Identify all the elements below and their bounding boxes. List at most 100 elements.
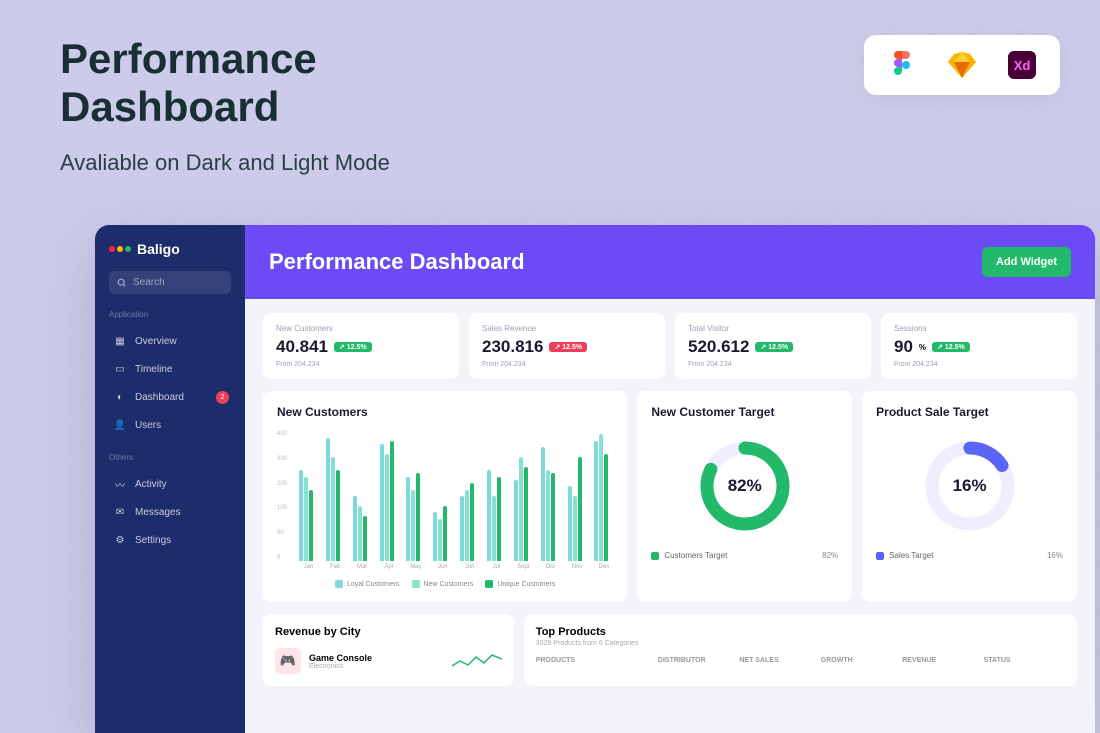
- sidebar-item-dashboard[interactable]: ◐Dashboard2: [109, 383, 231, 411]
- revenue-item[interactable]: 🎮 Game Console Electronics: [275, 648, 502, 674]
- bar-group: [568, 457, 587, 561]
- stat-card[interactable]: Total Visitor 520.612 ↗ 12.5% From 204.23…: [675, 313, 871, 379]
- new-customers-chart-card: New Customers 400300200100500 JanFebMarA…: [263, 391, 627, 602]
- nav-badge: 2: [216, 391, 229, 404]
- stat-label: New Customers: [276, 324, 446, 333]
- add-widget-button[interactable]: Add Widget: [982, 247, 1071, 277]
- brand: Baligo: [109, 241, 231, 257]
- promo-title-line1: Performance: [60, 35, 390, 83]
- search-input[interactable]: Search: [109, 271, 231, 294]
- chart-title: New Customer Target: [651, 405, 838, 419]
- sidebar-item-messages[interactable]: ✉Messages: [109, 498, 231, 526]
- charts-row: New Customers 400300200100500 JanFebMarA…: [263, 391, 1077, 602]
- chart-title: New Customers: [277, 405, 613, 419]
- tools-card: Xd: [864, 35, 1060, 95]
- revenue-by-city-card: Revenue by City 🎮 Game Console Electroni…: [263, 614, 514, 686]
- stat-delta-badge: ↗ 12.5%: [932, 342, 970, 352]
- table-header: PRODUCTSDISTRIBUTORNET SALESGROWTHREVENU…: [536, 657, 1065, 664]
- search-placeholder: Search: [133, 277, 165, 288]
- product-sale-target-card: Product Sale Target 16% Sales Target 16%: [862, 391, 1077, 602]
- bar-group: [433, 506, 452, 561]
- bar-group: [514, 457, 533, 561]
- bar-group: [487, 470, 506, 561]
- stat-value: 230.816: [482, 337, 543, 357]
- bar-chart: 400300200100500: [277, 431, 613, 561]
- y-axis: 400300200100500: [277, 431, 287, 561]
- bar-group: [299, 470, 318, 561]
- top-products-card: Top Products 3029 Products from 6 Catego…: [524, 614, 1077, 686]
- stat-from: From 204.234: [688, 361, 858, 368]
- figma-icon: [888, 51, 916, 79]
- topbar: Performance Dashboard Add Widget: [245, 225, 1095, 299]
- bar-group: [541, 447, 560, 561]
- target-legend: Sales Target 16%: [876, 551, 1063, 560]
- stat-delta-badge: ↗ 12.5%: [334, 342, 372, 352]
- stat-delta-badge: ↗ 12.5%: [755, 342, 793, 352]
- sidebar-item-settings[interactable]: ⚙Settings: [109, 526, 231, 554]
- search-icon: [117, 278, 127, 288]
- stat-delta-badge: ↗ 12.5%: [549, 342, 587, 352]
- customer-target-card: New Customer Target 82% Customers Target…: [637, 391, 852, 602]
- stat-value: 90: [894, 337, 913, 357]
- stat-card[interactable]: Sales Revenue 230.816 ↗ 12.5% From 204.23…: [469, 313, 665, 379]
- bar-group: [326, 438, 345, 562]
- app-window: Baligo Search Application ▦Overview ▭Tim…: [95, 225, 1095, 733]
- stat-from: From 204.234: [894, 361, 1064, 368]
- gear-icon: ⚙: [113, 533, 127, 547]
- main-area: Performance Dashboard Add Widget New Cus…: [245, 225, 1095, 733]
- user-icon: 👤: [113, 418, 127, 432]
- message-icon: ✉: [113, 505, 127, 519]
- sidebar-item-users[interactable]: 👤Users: [109, 411, 231, 439]
- stats-row: New Customers 40.841 ↗ 12.5% From 204.234…: [263, 313, 1077, 379]
- stat-value: 520.612: [688, 337, 749, 357]
- bar-group: [594, 434, 613, 561]
- bar-group: [353, 496, 372, 561]
- grid-icon: ▦: [113, 334, 127, 348]
- sidebar-item-overview[interactable]: ▦Overview: [109, 327, 231, 355]
- sidebar: Baligo Search Application ▦Overview ▭Tim…: [95, 225, 245, 733]
- sidebar-item-timeline[interactable]: ▭Timeline: [109, 355, 231, 383]
- calendar-icon: ▭: [113, 362, 127, 376]
- svg-text:Xd: Xd: [1014, 58, 1031, 73]
- activity-icon: 〰: [113, 477, 127, 491]
- card-subtitle: 3029 Products from 6 Categories: [536, 640, 1065, 647]
- card-title: Revenue by City: [275, 626, 502, 638]
- legend-item: New Customers: [412, 580, 474, 588]
- promo-header: Performance Dashboard Avaliable on Dark …: [60, 35, 390, 176]
- stat-from: From 204.234: [482, 361, 652, 368]
- chart-legend: Loyal Customers New Customers Unique Custo…: [277, 580, 613, 588]
- bar-group: [380, 441, 399, 561]
- stat-card[interactable]: New Customers 40.841 ↗ 12.5% From 204.234: [263, 313, 459, 379]
- card-title: Top Products: [536, 626, 1065, 638]
- nav-section-others: Others: [109, 453, 231, 462]
- stat-label: Sessions: [894, 324, 1064, 333]
- page-title: Performance Dashboard: [269, 249, 525, 275]
- chart-title: Product Sale Target: [876, 405, 1063, 419]
- x-labels: JanFebMarAprMayJunJunJulSeptOctNovDes: [277, 564, 613, 570]
- target-legend: Customers Target 82%: [651, 551, 838, 560]
- item-name: Game Console: [309, 653, 372, 663]
- sketch-icon: [948, 51, 976, 79]
- sparkline-icon: [452, 651, 502, 671]
- donut-chart: 82%: [651, 431, 838, 541]
- content: New Customers 40.841 ↗ 12.5% From 204.234…: [245, 299, 1095, 700]
- xd-icon: Xd: [1008, 51, 1036, 79]
- stat-label: Sales Revenue: [482, 324, 652, 333]
- stat-value: 40.841: [276, 337, 328, 357]
- stat-from: From 204.234: [276, 361, 446, 368]
- stat-card[interactable]: Sessions 90%↗ 12.5% From 204.234: [881, 313, 1077, 379]
- bar-group: [460, 483, 479, 561]
- donut-value: 16%: [953, 476, 987, 496]
- legend-item: Unique Customers: [485, 580, 555, 588]
- brand-logo-icon: [109, 246, 131, 252]
- item-category: Electronics: [309, 663, 372, 670]
- donut-value: 82%: [728, 476, 762, 496]
- bottom-row: Revenue by City 🎮 Game Console Electroni…: [263, 614, 1077, 686]
- legend-item: Loyal Customers: [335, 580, 400, 588]
- promo-title-line2: Dashboard: [60, 83, 390, 131]
- game-console-icon: 🎮: [275, 648, 301, 674]
- stat-label: Total Visitor: [688, 324, 858, 333]
- bar-group: [406, 473, 425, 561]
- sidebar-item-activity[interactable]: 〰Activity: [109, 470, 231, 498]
- brand-name: Baligo: [137, 241, 180, 257]
